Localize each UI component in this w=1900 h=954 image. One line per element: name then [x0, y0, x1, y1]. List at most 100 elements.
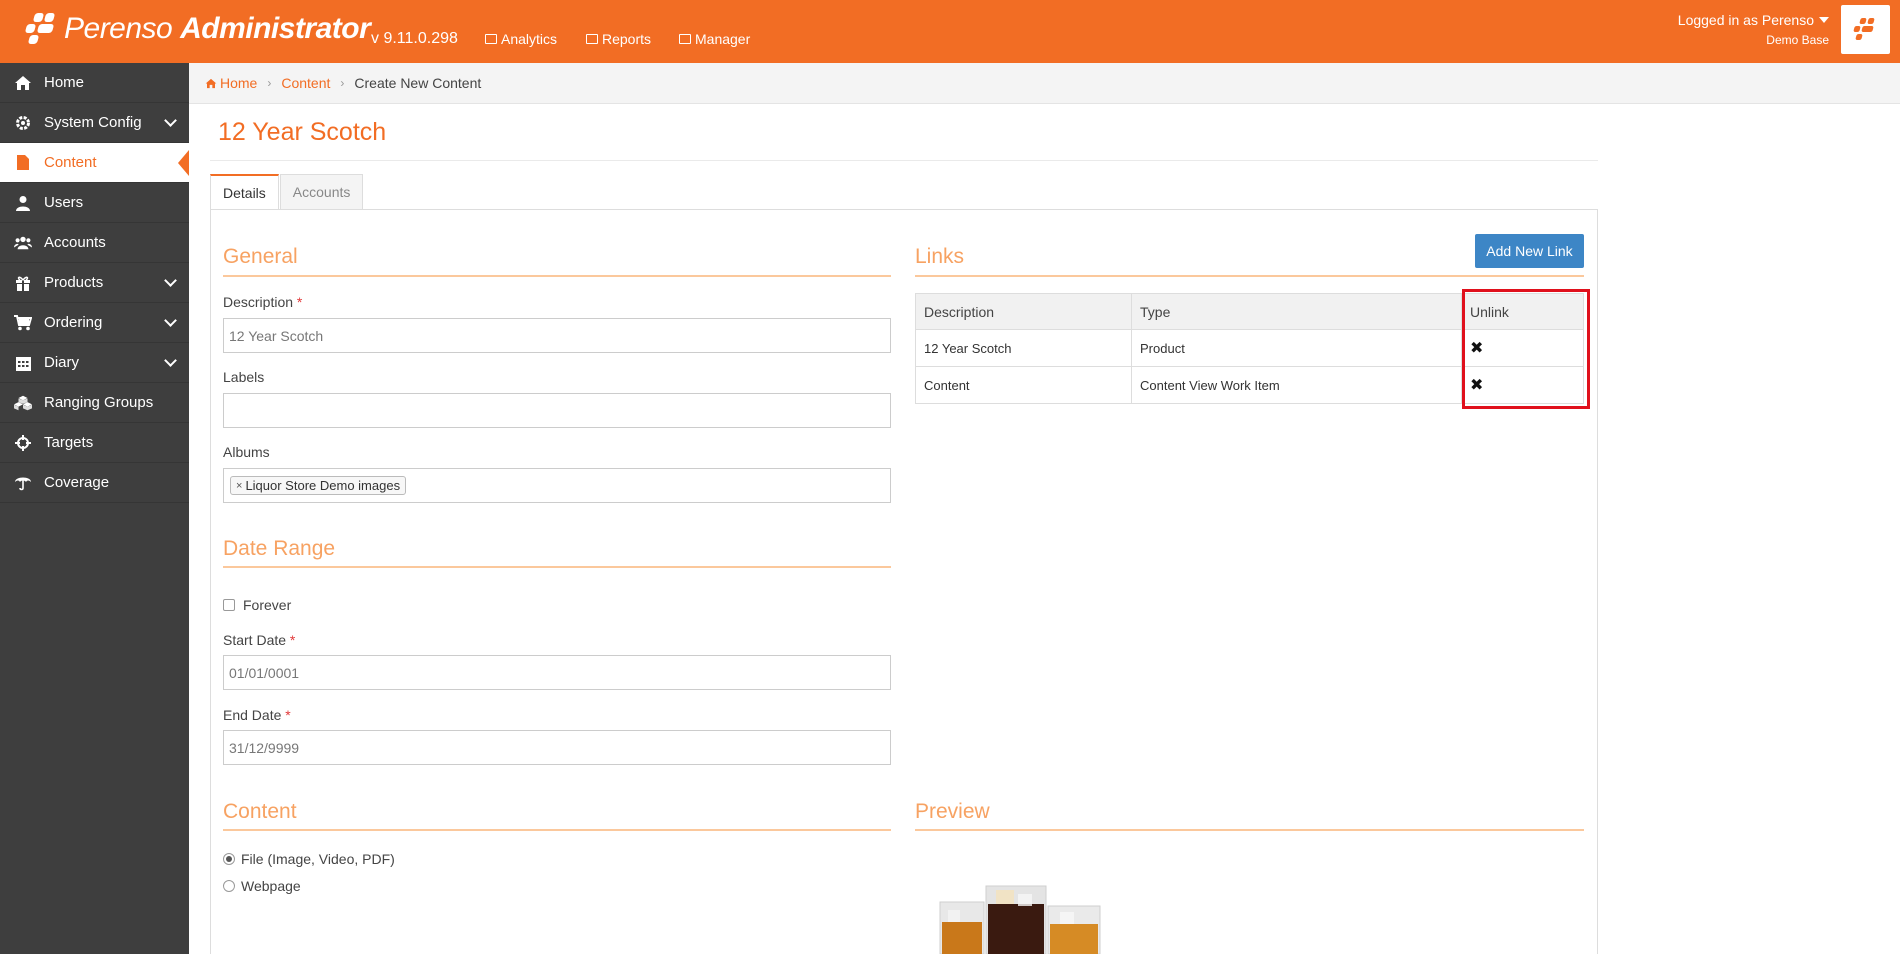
end-date-field[interactable]: 31/12/9999	[223, 730, 891, 765]
remove-chip-icon[interactable]: ×	[236, 480, 242, 492]
sidebar: Home System Config Content Users Account…	[0, 63, 189, 954]
crosshair-icon	[14, 434, 32, 452]
album-chip-label: Liquor Store Demo images	[245, 478, 401, 493]
forever-checkbox-row[interactable]: Forever	[223, 597, 291, 613]
cart-icon	[14, 314, 32, 332]
sidebar-item-accounts[interactable]: Accounts	[0, 223, 189, 263]
end-date-label-text: End Date	[223, 707, 282, 723]
sidebar-item-label: Ranging Groups	[44, 394, 154, 411]
link-description: 12 Year Scotch	[915, 329, 1132, 367]
required-mark: *	[289, 632, 296, 648]
sidebar-item-products[interactable]: Products	[0, 263, 189, 303]
breadcrumb-home[interactable]: Home	[205, 75, 257, 91]
nav-reports-label: Reports	[602, 31, 652, 47]
section-divider	[223, 566, 891, 568]
column-type[interactable]: Type	[1131, 293, 1462, 330]
tab-accounts[interactable]: Accounts	[279, 174, 364, 210]
albums-field[interactable]: × Liquor Store Demo images	[223, 468, 891, 503]
date-range-heading: Date Range	[223, 537, 336, 560]
link-type: Content View Work Item	[1131, 366, 1462, 404]
forever-label: Forever	[243, 597, 292, 613]
logo-text: Perenso Administrator	[64, 12, 371, 45]
start-date-field[interactable]: 01/01/0001	[223, 655, 891, 690]
end-date-value: 31/12/9999	[229, 739, 300, 756]
link-type: Product	[1131, 329, 1462, 367]
preview-image	[936, 880, 1104, 954]
breadcrumb-separator: ›	[340, 76, 345, 90]
tab-details[interactable]: Details	[210, 174, 279, 210]
sidebar-item-coverage[interactable]: Coverage	[0, 463, 189, 503]
sidebar-item-ordering[interactable]: Ordering	[0, 303, 189, 343]
section-divider	[223, 829, 891, 831]
chevron-down-icon	[164, 354, 177, 367]
title-divider	[210, 160, 1598, 161]
chevron-down-icon	[164, 114, 177, 127]
table-row: Content Content View Work Item ✖	[915, 366, 1584, 404]
labels-field[interactable]	[223, 393, 891, 428]
sidebar-item-label: Coverage	[44, 474, 110, 491]
user-icon	[14, 194, 32, 212]
perenso-logo-icon	[24, 11, 60, 47]
nav-manager[interactable]: Manager	[679, 31, 750, 47]
gift-icon	[14, 274, 32, 292]
gear-icon	[14, 114, 32, 132]
sidebar-item-label: Diary	[44, 354, 80, 371]
chevron-down-icon	[164, 274, 177, 287]
top-bar: Perenso Administrator v 9.11.0.298 Analy…	[0, 0, 1900, 63]
sidebar-item-label: Content	[44, 154, 97, 171]
breadcrumb: Home › Content › Create New Content	[189, 63, 1900, 104]
description-field[interactable]: 12 Year Scotch	[223, 318, 891, 353]
start-date-label: Start Date *	[223, 632, 295, 648]
cubes-icon	[14, 394, 32, 412]
column-description[interactable]: Description	[915, 293, 1132, 330]
description-label: Description *	[223, 294, 302, 310]
breadcrumb-content[interactable]: Content	[281, 75, 330, 91]
user-menu[interactable]: Logged in as Perenso Demo Base	[1678, 12, 1829, 47]
content-option-webpage[interactable]: Webpage	[223, 878, 301, 894]
column-unlink: Unlink	[1461, 293, 1584, 330]
content-option-file[interactable]: File (Image, Video, PDF)	[223, 851, 395, 867]
briefcase-icon	[679, 34, 691, 44]
sidebar-item-targets[interactable]: Targets	[0, 423, 189, 463]
sidebar-item-content[interactable]: Content	[0, 143, 189, 183]
umbrella-icon	[14, 474, 32, 492]
breadcrumb-current: Create New Content	[354, 75, 482, 91]
nav-analytics[interactable]: Analytics	[485, 31, 557, 47]
sidebar-item-label: Ordering	[44, 314, 103, 331]
description-label-text: Description	[223, 294, 294, 310]
nav-analytics-label: Analytics	[501, 31, 558, 47]
webpage-radio[interactable]	[223, 880, 235, 892]
nav-reports[interactable]: Reports	[586, 31, 651, 47]
sidebar-item-label: Targets	[44, 434, 94, 451]
tab-bar: Details Accounts	[210, 174, 364, 210]
labels-label: Labels	[223, 369, 265, 385]
app-version: v 9.11.0.298	[371, 30, 458, 47]
avatar[interactable]	[1841, 5, 1890, 54]
start-date-value: 01/01/0001	[229, 664, 300, 681]
forever-checkbox[interactable]	[223, 599, 235, 611]
required-mark: *	[296, 294, 303, 310]
section-divider	[915, 275, 1584, 277]
sidebar-item-label: Accounts	[44, 234, 106, 251]
user-base: Demo Base	[1766, 33, 1829, 47]
album-chip: × Liquor Store Demo images	[230, 476, 407, 495]
sidebar-item-ranging-groups[interactable]: Ranging Groups	[0, 383, 189, 423]
unlink-icon[interactable]: ✖	[1470, 377, 1483, 394]
perenso-logo[interactable]: Perenso Administrator	[24, 9, 371, 49]
breadcrumb-separator: ›	[267, 76, 272, 90]
sidebar-item-system-config[interactable]: System Config	[0, 103, 189, 143]
sidebar-item-diary[interactable]: Diary	[0, 343, 189, 383]
required-mark: *	[285, 707, 291, 723]
calendar-icon	[14, 354, 32, 372]
add-new-link-button[interactable]: Add New Link	[1475, 234, 1584, 268]
webpage-radio-label: Webpage	[241, 878, 301, 894]
logged-in-text: Logged in as Perenso	[1677, 12, 1814, 28]
preview-heading: Preview	[915, 800, 990, 823]
sidebar-item-home[interactable]: Home	[0, 63, 189, 103]
link-description: Content	[915, 366, 1132, 404]
sidebar-item-users[interactable]: Users	[0, 183, 189, 223]
unlink-icon[interactable]: ✖	[1470, 340, 1483, 357]
file-radio[interactable]	[223, 853, 235, 865]
section-divider	[915, 829, 1584, 831]
breadcrumb-home-label: Home	[220, 75, 258, 91]
